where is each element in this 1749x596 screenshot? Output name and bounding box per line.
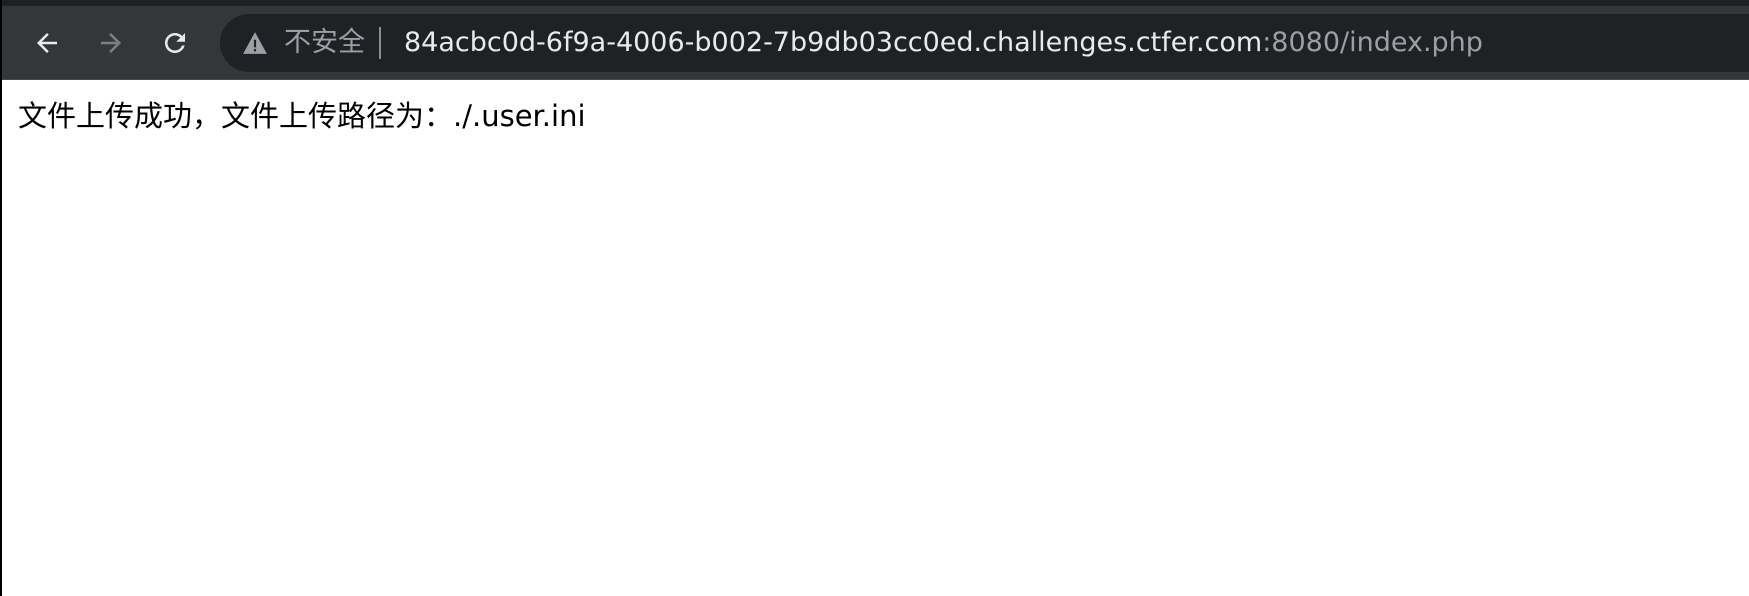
address-bar[interactable]: 不安全 84acbc0d-6f9a-4006-b002-7b9db03cc0ed…	[220, 14, 1749, 72]
back-button[interactable]	[27, 23, 67, 63]
reload-button[interactable]	[155, 23, 195, 63]
browser-toolbar: 不安全 84acbc0d-6f9a-4006-b002-7b9db03cc0ed…	[2, 0, 1749, 80]
url-host: 84acbc0d-6f9a-4006-b002-7b9db03cc0ed.cha…	[404, 27, 1263, 58]
warning-triangle-icon	[242, 30, 268, 56]
arrow-right-icon	[96, 28, 126, 58]
chip-divider	[379, 27, 381, 59]
upload-result-message: 文件上传成功，文件上传路径为：./.user.ini	[18, 99, 586, 133]
forward-button[interactable]	[91, 23, 131, 63]
security-label: 不安全	[284, 27, 365, 58]
security-indicator[interactable]: 不安全	[242, 14, 381, 72]
url-text[interactable]: 84acbc0d-6f9a-4006-b002-7b9db03cc0ed.cha…	[404, 14, 1483, 72]
reload-icon	[160, 28, 190, 58]
arrow-left-icon	[32, 28, 62, 58]
url-path: :8080/index.php	[1262, 27, 1483, 58]
browser-window: 不安全 84acbc0d-6f9a-4006-b002-7b9db03cc0ed…	[0, 0, 1749, 596]
page-content: 文件上传成功，文件上传路径为：./.user.ini	[2, 80, 1749, 596]
